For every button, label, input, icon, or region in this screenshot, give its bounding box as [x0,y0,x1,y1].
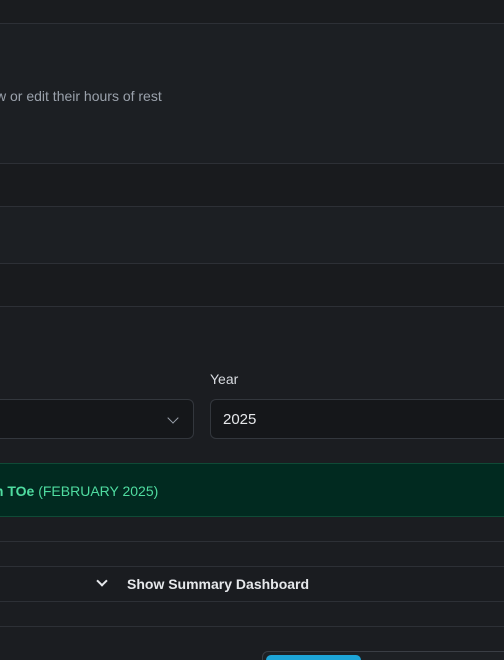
chevron-down-icon [96,575,108,587]
year-label: Year [210,371,239,387]
crew-month-banner: m TOe (FEBRUARY 2025) [0,463,504,517]
page: w or edit their hours of rest Year m TOe… [0,0,504,660]
section-row-3 [0,264,504,307]
page-subtitle: w or edit their hours of rest [0,88,162,104]
section-row-1 [0,164,504,207]
year-input[interactable] [210,399,504,439]
show-summary-dashboard-button[interactable]: Show Summary Dashboard [0,566,504,602]
banner-period: (FEBRUARY 2025) [38,483,159,499]
top-bar [0,0,504,24]
banner-text: m TOe (FEBRUARY 2025) [0,483,158,499]
primary-action-button[interactable] [266,655,361,660]
month-select[interactable] [0,399,194,439]
chevron-down-icon [167,412,179,424]
divider [0,541,504,542]
section-row-2 [0,207,504,264]
banner-crew-name: m TOe [0,483,35,499]
divider [0,626,504,627]
summary-toggle-label: Show Summary Dashboard [127,576,310,592]
